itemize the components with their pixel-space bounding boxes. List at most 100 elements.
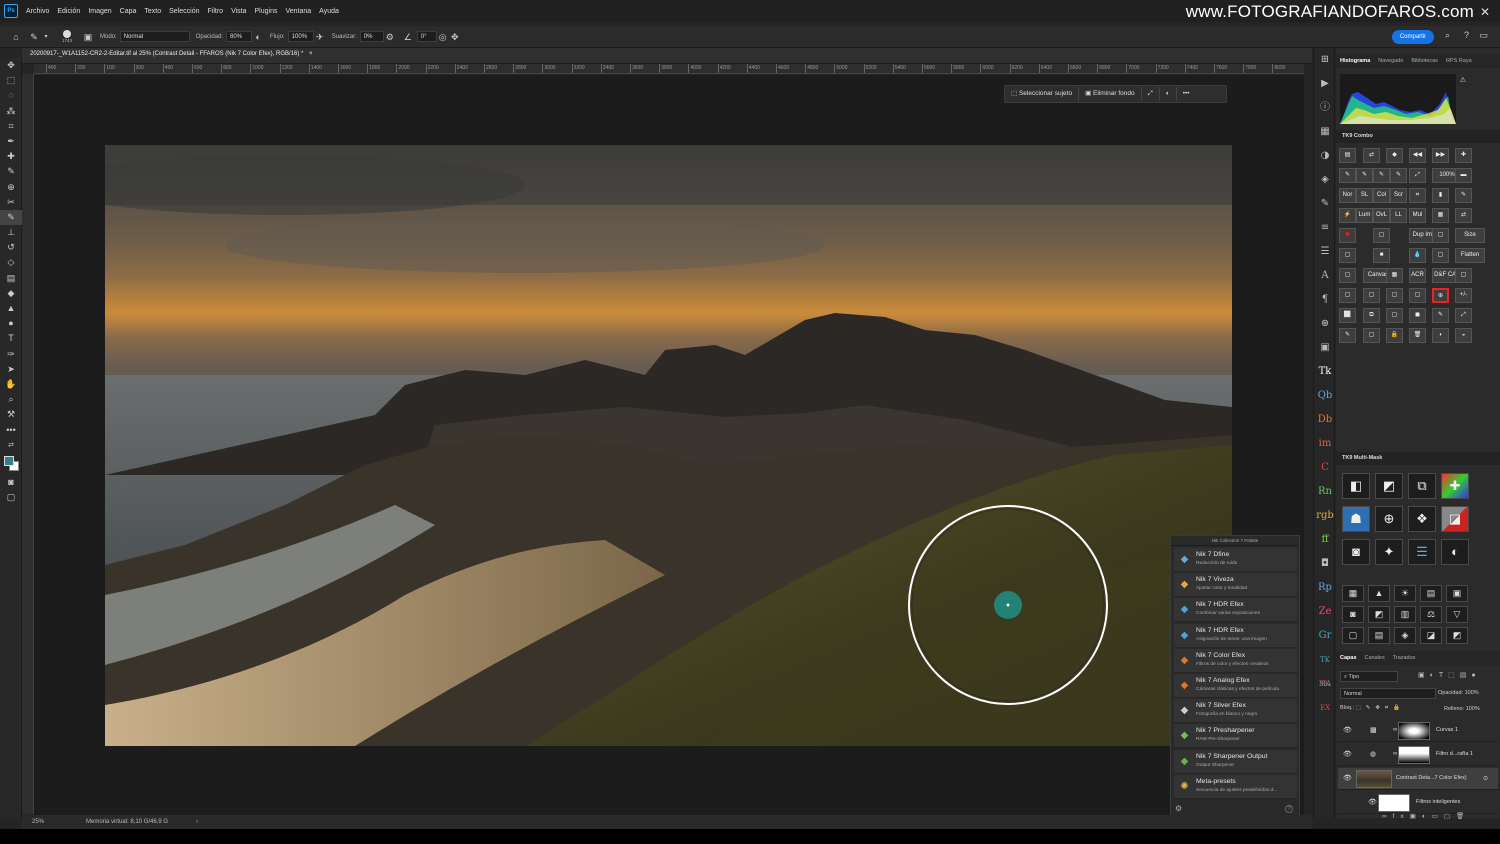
tk9-button[interactable]: ✚ — [1455, 148, 1472, 163]
layer-row-photo-filter[interactable]: 👁 ◍ ∞ Filtro d...rafía 1 — [1338, 744, 1498, 766]
blur-tool-icon[interactable]: ◆ — [0, 286, 22, 301]
tk9-button[interactable]: ▢ — [1339, 268, 1356, 283]
tk9-button[interactable]: ▢ — [1339, 248, 1356, 263]
eyedropper-tool-icon[interactable]: ✒ — [0, 134, 22, 149]
im-plugin-icon[interactable]: im — [1314, 432, 1336, 456]
tk9-button[interactable]: ■ — [1373, 248, 1390, 263]
mm-invert-button[interactable]: ◐ — [1441, 539, 1469, 565]
pressure-size-icon[interactable]: ◎ — [437, 31, 449, 43]
tk9-small-tool-icon[interactable]: ▤ — [1420, 585, 1442, 602]
path-selection-tool-icon[interactable]: ➤ — [0, 362, 22, 377]
tk9-small-tool-icon[interactable]: ▥ — [1394, 606, 1416, 623]
gr-plugin-icon[interactable]: Gr — [1314, 624, 1336, 648]
tk-ma-plugin-icon[interactable]: TK MA — [1314, 648, 1336, 688]
tab-navigator[interactable]: Navegado — [1374, 58, 1407, 64]
tk9-button[interactable]: OvL — [1373, 208, 1390, 223]
brush-preview-icon[interactable] — [63, 30, 71, 38]
adjust-icon[interactable]: ◐ — [1160, 87, 1177, 101]
clone-stamp-tool-icon[interactable]: ⊥ — [0, 225, 22, 240]
tab-layers[interactable]: Capas — [1336, 655, 1361, 661]
tk9-button[interactable]: ▢ — [1363, 288, 1380, 303]
layers-footer-icons[interactable]: ∞fx▣◐▭▢🗑 — [1382, 812, 1470, 820]
tk9-small-tool-icon[interactable]: ▢ — [1342, 627, 1364, 644]
tk9-button[interactable]: ▤ — [1339, 148, 1356, 163]
tk9-small-tool-icon[interactable]: ◩ — [1368, 606, 1390, 623]
tk9-button[interactable]: ▢ — [1363, 328, 1380, 343]
layer-row-smart-filters[interactable]: 👁 Filtros inteligentes — [1338, 792, 1498, 814]
foreground-color-swatch[interactable] — [4, 455, 14, 466]
qb-plugin-icon[interactable]: Qb — [1314, 384, 1336, 408]
canvas-area[interactable]: ⬚ Seleccionar sujeto ▣ Eliminar fondo ⤢ … — [34, 75, 1304, 815]
menu-ventana[interactable]: Ventana — [281, 8, 315, 15]
active-brush-tool-icon[interactable]: ✎ — [0, 209, 22, 226]
menu-plugins[interactable]: Plugins — [251, 8, 282, 15]
zoom-tool-icon[interactable]: ⌕ — [0, 392, 22, 407]
search-icon[interactable]: ⌕ — [1445, 30, 1450, 41]
styles-icon[interactable]: ▣ — [1314, 336, 1336, 360]
tk9-button[interactable]: ▢ — [1339, 288, 1356, 303]
remove-background-button[interactable]: ▣ Eliminar fondo — [1079, 87, 1142, 101]
tk9-button[interactable]: Mul — [1409, 208, 1426, 223]
tk9-button[interactable]: 💧 — [1409, 248, 1426, 263]
layer-fill[interactable]: Relleno: 100% — [1444, 706, 1480, 712]
mm-luminosity-button[interactable]: ◙ — [1342, 539, 1370, 565]
color-swatches[interactable] — [0, 453, 22, 475]
tk9-small-tool-icon[interactable]: ☀ — [1394, 585, 1416, 602]
menu-vista[interactable]: Vista — [227, 8, 250, 15]
marquee-tool-icon[interactable]: ⬚ — [0, 73, 22, 88]
channels-icon[interactable]: ☰ — [1314, 240, 1336, 264]
crop-tool-icon[interactable]: ⌗ — [0, 119, 22, 134]
quick-tool-icon[interactable]: ⚒ — [0, 407, 22, 422]
magic-wand-tool-icon[interactable]: ⁂ — [0, 104, 22, 119]
tk9-button[interactable]: Lum — [1356, 208, 1373, 223]
dodge-tool-icon[interactable]: ● — [0, 316, 22, 331]
paragraph-icon[interactable]: ¶ — [1314, 288, 1336, 312]
menu-texto[interactable]: Texto — [140, 8, 165, 15]
properties-icon[interactable]: ≡ — [1314, 216, 1336, 240]
gradient-tool-icon[interactable]: ▤ — [0, 271, 22, 286]
tk9-button[interactable]: ◗ — [1432, 328, 1449, 343]
angle-field[interactable]: 0° — [416, 31, 437, 42]
document-tab[interactable]: 20200917-_W1A1152-CR2-2-Editar.tif al 25… — [30, 51, 313, 57]
visibility-eye-icon[interactable]: 👁 — [1343, 750, 1352, 758]
tab-channels[interactable]: Canales — [1361, 655, 1389, 661]
mode-dropdown[interactable]: Normal — [119, 31, 190, 42]
help-icon[interactable]: ? — [1464, 30, 1469, 40]
gear-icon[interactable]: ⚙ — [384, 31, 396, 43]
workspace-icon[interactable]: ▭ — [1479, 30, 1488, 41]
tk9-button[interactable]: ▢ — [1373, 228, 1390, 243]
tk9-button[interactable]: ◀◀ — [1409, 148, 1426, 163]
nik-item[interactable]: ◆ Nik 7 Presharpener RAW Pre-Sharpener — [1174, 724, 1297, 749]
tk9-button[interactable]: ⌗ — [1409, 188, 1426, 203]
ff-plugin-icon[interactable]: ff — [1314, 528, 1336, 552]
info-icon[interactable]: ⓘ — [1314, 96, 1336, 120]
tab-rps[interactable]: RPS Raya — [1442, 58, 1476, 64]
opacity-field[interactable]: 80% — [226, 31, 253, 42]
tk9-small-tool-icon[interactable]: ▽ — [1446, 606, 1468, 623]
mm-color-mask-button[interactable]: ✚ — [1441, 473, 1469, 499]
mm-gradient-mask-button[interactable]: ◩ — [1375, 473, 1403, 499]
tk9-small-tool-icon[interactable]: ◙ — [1342, 606, 1364, 623]
rn-plugin-icon[interactable]: Rn — [1314, 480, 1336, 504]
tab-paths[interactable]: Trazados — [1389, 655, 1420, 661]
tk9-button[interactable]: ▦ — [1432, 208, 1449, 223]
brush-settings-icon[interactable]: ▣ — [82, 31, 94, 43]
tk9-button[interactable]: ◒ — [1455, 328, 1472, 343]
more-tools-icon[interactable]: ••• — [0, 423, 22, 438]
mm-red-mask-button[interactable]: ◪ — [1441, 506, 1469, 532]
brushes-icon[interactable]: ✎ — [1314, 192, 1336, 216]
tk9-small-tool-icon[interactable]: ▣ — [1446, 585, 1468, 602]
clipping-warning-icon[interactable]: ⚠ — [1460, 76, 1466, 84]
menu-edicion[interactable]: Edición — [53, 8, 84, 15]
menu-seleccion[interactable]: Selección — [165, 8, 203, 15]
sharpen-tool-icon[interactable]: ▲ — [0, 301, 22, 316]
tk9-button[interactable]: ⚡ — [1339, 208, 1356, 223]
mm-combine-mask-button[interactable]: ⧉ — [1408, 473, 1436, 499]
menu-ayuda[interactable]: Ayuda — [315, 8, 343, 15]
airbrush-icon[interactable]: ✈ — [314, 31, 326, 43]
tk9-button[interactable]: ▢ — [1432, 248, 1449, 263]
transform-icon[interactable]: ⤢ — [1142, 87, 1160, 101]
tab-close-icon[interactable]: × — [309, 51, 313, 57]
tk9-button[interactable]: ✎ — [1356, 168, 1373, 183]
mm-mask-view-button[interactable]: ❖ — [1408, 506, 1436, 532]
